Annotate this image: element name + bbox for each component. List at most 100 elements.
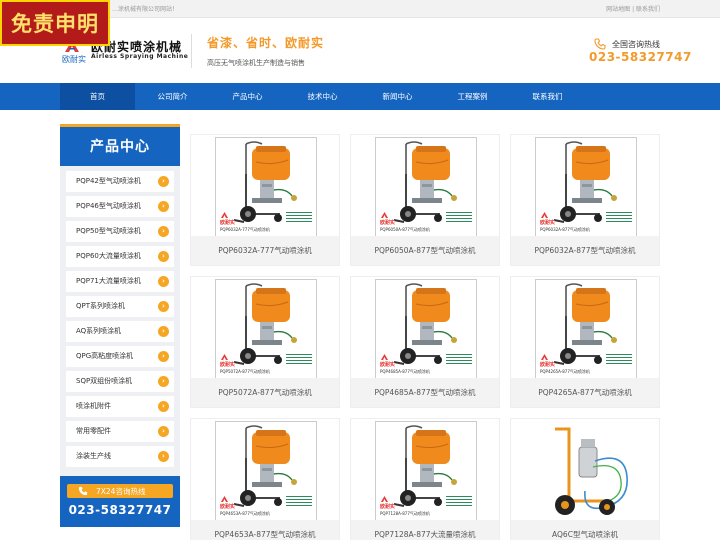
nav-tech[interactable]: 技术中心 [285, 83, 360, 110]
product-brand-mark: 欧耐实 [540, 220, 556, 226]
product-card[interactable]: 欧耐实 PQP7128A-877气动喷涂机 PQP7128A-877大流量喷涂机 [350, 418, 500, 540]
product-plate-text: PQP5072A-877气动喷涂机 [220, 369, 270, 374]
main-nav: 首页 公司简介 产品中心 技术中心 新闻中心 工程案例 联系我们 [0, 83, 720, 110]
product-card[interactable]: 欧耐实 PQP4685A-877气动喷涂机 PQP4685A-877型气动喷涂机 [350, 276, 500, 408]
sidebar-category-list: PQP42型气动喷涂机 › PQP46型气动喷涂机 › PQP50型气动喷涂机 › P… [60, 166, 180, 476]
sidebar-item-aq[interactable]: AQ系列喷涂机 › [66, 321, 174, 342]
spec-lines [446, 354, 472, 366]
logo-icon [221, 354, 228, 360]
sidebar-item-label: PQP42型气动喷涂机 [76, 177, 141, 185]
product-image[interactable]: 欧耐实 PQP4685A-877气动喷涂机 [375, 279, 477, 379]
product-name[interactable]: AQ6C型气动喷涂机 [511, 520, 659, 540]
sidebar-item-label: PQP50型气动喷涂机 [76, 227, 141, 235]
logo-icon [221, 496, 228, 502]
spec-lines [606, 212, 632, 224]
logo-icon [541, 212, 548, 218]
logo-icon [381, 354, 388, 360]
product-name[interactable]: PQP4685A-877型气动喷涂机 [351, 378, 499, 407]
product-image[interactable]: 欧耐实 PQP4265A-877气动喷涂机 [535, 279, 637, 379]
nav-home[interactable]: 首页 [60, 83, 135, 110]
product-name[interactable]: PQP4653A-877型气动喷涂机 [191, 520, 339, 540]
spec-lines [446, 212, 472, 224]
arrow-right-icon: › [158, 251, 169, 262]
product-label: 欧耐实 PQP4653A-877气动喷涂机 [218, 496, 314, 518]
product-name[interactable]: PQP6032A-777气动喷涂机 [191, 236, 339, 265]
sidebar-item-pqp50[interactable]: PQP50型气动喷涂机 › [66, 221, 174, 242]
sidebar-item-pqp46[interactable]: PQP46型气动喷涂机 › [66, 196, 174, 217]
nav-about[interactable]: 公司简介 [135, 83, 210, 110]
sidebar-item-sqp[interactable]: SQP双组份喷涂机 › [66, 371, 174, 392]
product-card[interactable]: 欧耐实 PQP6050A-877气动喷涂机 PQP6050A-877型气动喷涂机 [350, 134, 500, 266]
sidebar-item-spare-parts[interactable]: 常用零配件 › [66, 421, 174, 442]
sidebar-item-label: PQP46型气动喷涂机 [76, 202, 141, 210]
product-name[interactable]: PQP5072A-877气动喷涂机 [191, 378, 339, 407]
product-plate-text: PQP4685A-877气动喷涂机 [380, 369, 430, 374]
sidebar-item-label: QPT系列喷涂机 [76, 302, 126, 310]
product-label: 欧耐实 PQP5072A-877气动喷涂机 [218, 354, 314, 376]
arrow-right-icon: › [158, 401, 169, 412]
product-image[interactable]: 欧耐实 PQP4653A-877气动喷涂机 [215, 421, 317, 521]
header-divider [191, 34, 192, 68]
product-image[interactable]: 欧耐实 PQP6032A-877气动喷涂机 [535, 137, 637, 237]
sidebar-item-qpt[interactable]: QPT系列喷涂机 › [66, 296, 174, 317]
spec-lines [286, 496, 312, 508]
sidebar-hotline-number: 023-58327747 [68, 503, 172, 517]
nav-news[interactable]: 新闻中心 [360, 83, 435, 110]
product-card[interactable]: 欧耐实 PQP6032A-777气动喷涂机 PQP6032A-777气动喷涂机 [190, 134, 340, 266]
product-name[interactable]: PQP4265A-877气动喷涂机 [511, 378, 659, 407]
logo-icon [381, 496, 388, 502]
sidebar-item-label: 常用零配件 [76, 427, 111, 435]
top-links[interactable]: 网站地图 | 联系我们 [606, 4, 660, 13]
product-image[interactable]: 欧耐实 PQP6032A-777气动喷涂机 [215, 137, 317, 237]
sidebar-item-coating-line[interactable]: 涂装生产线 › [66, 446, 174, 467]
product-image[interactable]: 欧耐实 PQP6050A-877气动喷涂机 [375, 137, 477, 237]
sidebar-item-label: SQP双组份喷涂机 [76, 377, 133, 385]
sidebar-item-label: AQ系列喷涂机 [76, 327, 122, 335]
product-image[interactable]: 欧耐实 PQP7128A-877气动喷涂机 [375, 421, 477, 521]
product-brand-mark: 欧耐实 [220, 504, 236, 510]
product-card[interactable]: 欧耐实 PQP4653A-877气动喷涂机 PQP4653A-877型气动喷涂机 [190, 418, 340, 540]
hotline-number: 023-58327747 [589, 50, 692, 64]
product-brand-mark: 欧耐实 [380, 362, 396, 368]
nav-cases[interactable]: 工程案例 [435, 83, 510, 110]
arrow-right-icon: › [158, 176, 169, 187]
slogan-subtitle: 高压无气喷涂机生产制造与销售 [207, 59, 305, 67]
sidebar-item-accessories[interactable]: 喷涂机附件 › [66, 396, 174, 417]
arrow-right-icon: › [158, 226, 169, 237]
sidebar-item-qpg[interactable]: QPG高粘度喷涂机 › [66, 346, 174, 367]
brand-english: Airless Spraying Machine [91, 53, 189, 60]
hotline-label: 全国咨询热线 [612, 40, 660, 49]
product-name[interactable]: PQP7128A-877大流量喷涂机 [351, 520, 499, 540]
product-label: 欧耐实 PQP4265A-877气动喷涂机 [538, 354, 634, 376]
product-card[interactable]: AQ6C型气动喷涂机 [510, 418, 660, 540]
nav-contact[interactable]: 联系我们 [510, 83, 585, 110]
product-name[interactable]: PQP6032A-877型气动喷涂机 [511, 236, 659, 265]
sidebar-item-pqp60[interactable]: PQP60大流量喷涂机 › [66, 246, 174, 267]
sidebar-item-pqp42[interactable]: PQP42型气动喷涂机 › [66, 171, 174, 192]
product-image[interactable] [535, 421, 637, 521]
sidebar-item-label: 涂装生产线 [76, 452, 111, 460]
spec-lines [286, 212, 312, 224]
sidebar-item-pqp71[interactable]: PQP71大流量喷涂机 › [66, 271, 174, 292]
product-label: 欧耐实 PQP6032A-777气动喷涂机 [218, 212, 314, 234]
product-name[interactable]: PQP6050A-877型气动喷涂机 [351, 236, 499, 265]
arrow-right-icon: › [158, 326, 169, 337]
logo-icon [221, 212, 228, 218]
disclaimer-text: 免责申明 [11, 11, 99, 36]
product-brand-mark: 欧耐实 [380, 504, 396, 510]
sidebar-hotline-label: 7X24咨询热线 [96, 487, 146, 496]
product-plate-text: PQP6050A-877气动喷涂机 [380, 227, 430, 232]
phone-icon [78, 486, 88, 496]
product-image[interactable]: 欧耐实 PQP5072A-877气动喷涂机 [215, 279, 317, 379]
sidebar-header: 产品中心 [60, 124, 180, 166]
disclaimer-badge: 免责申明 [0, 0, 110, 46]
product-card[interactable]: 欧耐实 PQP5072A-877气动喷涂机 PQP5072A-877气动喷涂机 [190, 276, 340, 408]
product-card[interactable]: 欧耐实 PQP6032A-877气动喷涂机 PQP6032A-877型气动喷涂机 [510, 134, 660, 266]
sidebar-item-label: QPG高粘度喷涂机 [76, 352, 134, 360]
nav-products[interactable]: 产品中心 [210, 83, 285, 110]
product-card[interactable]: 欧耐实 PQP4265A-877气动喷涂机 PQP4265A-877气动喷涂机 [510, 276, 660, 408]
product-label: 欧耐实 PQP6050A-877气动喷涂机 [378, 212, 474, 234]
product-brand-mark: 欧耐实 [540, 362, 556, 368]
product-brand-mark: 欧耐实 [220, 362, 236, 368]
spec-lines [446, 496, 472, 508]
